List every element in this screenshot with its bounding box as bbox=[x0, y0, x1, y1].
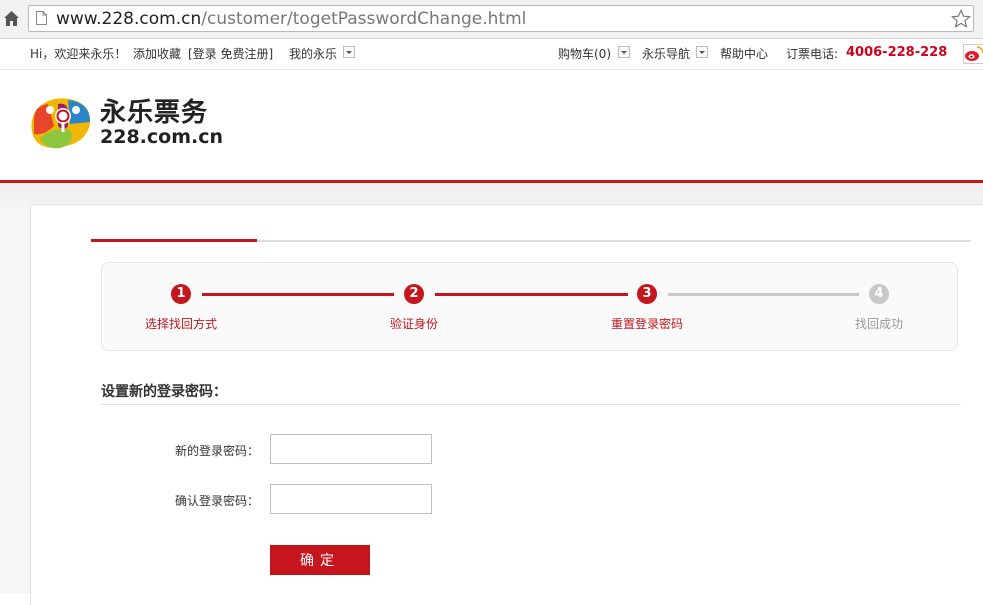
form-section-title: 设置新的登录密码： bbox=[101, 381, 227, 401]
step-3-label: 重置登录密码 bbox=[587, 315, 707, 332]
weibo-icon[interactable] bbox=[963, 44, 983, 64]
hotline-number: 4006-228-228 bbox=[846, 45, 947, 60]
confirm-password-input[interactable] bbox=[270, 484, 432, 514]
my-yongle-link[interactable]: 我的永乐 bbox=[289, 46, 337, 62]
logo-name-en: 228.com.cn bbox=[100, 126, 223, 148]
new-password-label: 新的登录密码： bbox=[99, 442, 259, 459]
step-1-badge: 1 bbox=[171, 284, 191, 304]
progress-steps: 1 2 3 4 选择找回方式 验证身份 重置登录密码 找回成功 bbox=[101, 262, 958, 351]
new-password-input[interactable] bbox=[270, 434, 432, 464]
login-register-link[interactable]: [登录 免费注册] bbox=[188, 46, 273, 62]
confirm-password-label: 确认登录密码： bbox=[99, 492, 259, 509]
step-3-badge: 3 bbox=[637, 284, 657, 304]
site-nav-dropdown-icon[interactable] bbox=[696, 46, 708, 58]
browser-toolbar: www.228.com.cn/customer/togetPasswordCha… bbox=[0, 0, 983, 39]
help-center-link[interactable]: 帮助中心 bbox=[720, 46, 768, 62]
step-4-label: 找回成功 bbox=[819, 315, 939, 332]
step-2-connector bbox=[435, 293, 628, 296]
step-1-label: 选择找回方式 bbox=[121, 315, 241, 332]
cart-dropdown-icon[interactable] bbox=[618, 46, 630, 58]
yongle-logo-icon[interactable] bbox=[30, 96, 94, 150]
hotline-label: 订票电话: bbox=[786, 46, 838, 62]
tab-active-indicator bbox=[91, 239, 257, 242]
my-yongle-dropdown-icon[interactable] bbox=[343, 46, 355, 58]
site-nav-link[interactable]: 永乐导航 bbox=[642, 46, 690, 62]
address-bar[interactable]: www.228.com.cn/customer/togetPasswordCha… bbox=[28, 5, 974, 32]
site-topbar: Hi，欢迎来永乐！ 添加收藏 [登录 免费注册] 我的永乐 购物车(0) 永乐导… bbox=[0, 39, 983, 70]
greeting-text: Hi，欢迎来永乐！ bbox=[30, 46, 126, 62]
logo-name-cn: 永乐票务 bbox=[100, 98, 208, 128]
form-section-divider bbox=[101, 404, 961, 405]
bookmark-star-icon[interactable] bbox=[951, 9, 971, 29]
url-host: www.228.com.cn bbox=[56, 9, 201, 29]
add-bookmark-link[interactable]: 添加收藏 bbox=[133, 46, 181, 62]
step-2-label: 验证身份 bbox=[354, 315, 474, 332]
main-panel: 1 2 3 4 选择找回方式 验证身份 重置登录密码 找回成功 设置新的登录密码… bbox=[30, 204, 983, 605]
step-3-connector bbox=[668, 293, 859, 296]
submit-button[interactable]: 确定 bbox=[270, 545, 370, 575]
url-path: /customer/togetPasswordChange.html bbox=[201, 9, 526, 29]
header-logo-area: 永乐票务 228.com.cn bbox=[0, 70, 983, 180]
home-icon[interactable] bbox=[3, 10, 20, 27]
url-text: www.228.com.cn/customer/togetPasswordCha… bbox=[56, 9, 526, 29]
page-icon bbox=[36, 11, 47, 25]
step-2-badge: 2 bbox=[404, 284, 424, 304]
step-4-badge: 4 bbox=[869, 284, 889, 304]
step-1-connector bbox=[202, 293, 394, 296]
cart-link[interactable]: 购物车(0) bbox=[558, 46, 611, 62]
